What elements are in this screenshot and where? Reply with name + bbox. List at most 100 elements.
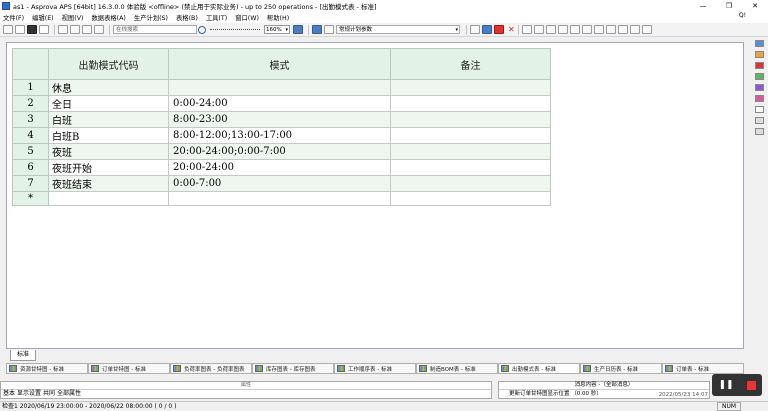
table-row[interactable]: 5 夜班 20:00-24:00;0:00-7:00 xyxy=(12,143,551,160)
tab-order-gantt[interactable]: 订单甘特图 - 标准 xyxy=(88,363,170,374)
paste-icon[interactable] xyxy=(82,25,92,34)
chart-icon[interactable] xyxy=(482,25,492,34)
property-tab-display[interactable]: 显示设置 xyxy=(17,388,41,397)
layout-icon-7[interactable] xyxy=(593,25,604,34)
cell-code[interactable]: 白班 xyxy=(48,111,169,128)
filter-icon[interactable] xyxy=(324,25,334,34)
cell-note[interactable] xyxy=(390,159,551,176)
cell-mode[interactable]: 20:00-24:00;0:00-7:00 xyxy=(168,143,391,160)
copy-icon[interactable] xyxy=(70,25,80,34)
menu-tools[interactable]: 工具(T) xyxy=(206,13,227,22)
layout-icon-11[interactable] xyxy=(641,25,652,34)
search-input[interactable]: 在线搜索 xyxy=(113,25,197,34)
row-number[interactable]: 5 xyxy=(12,143,49,160)
table-row[interactable]: 7 夜班结束 0:00-7:00 xyxy=(12,175,551,192)
table-row[interactable]: 1 休息 xyxy=(12,79,551,96)
cut-icon[interactable] xyxy=(58,25,68,34)
close-button[interactable]: ✕ xyxy=(742,0,768,12)
pause-icon[interactable]: ❚❚ xyxy=(718,380,733,390)
save-icon[interactable] xyxy=(27,25,37,34)
resource-icon[interactable] xyxy=(494,25,504,34)
search-icon[interactable] xyxy=(198,25,206,34)
tool-icon[interactable] xyxy=(470,25,480,34)
property-tab-basic[interactable]: 基本 xyxy=(3,388,15,397)
tab-production-calendar[interactable]: 生产日历表 - 标准 xyxy=(580,363,662,374)
tab-work-sequence[interactable]: 工作顺序表 - 标准 xyxy=(334,363,416,374)
layout-icon-6[interactable] xyxy=(581,25,592,34)
grid-corner[interactable] xyxy=(12,48,49,80)
property-tab-all[interactable]: 全部属性 xyxy=(57,388,81,397)
cell-mode[interactable]: 0:00-7:00 xyxy=(168,175,391,192)
layout-icon-1[interactable] xyxy=(521,25,532,34)
tab-shift-pattern[interactable]: 出勤模式表 - 标准 xyxy=(498,363,580,374)
menu-view[interactable]: 视图(V) xyxy=(62,13,84,22)
layout-icon-10[interactable] xyxy=(629,25,640,34)
sidebar-table-icon[interactable] xyxy=(754,106,764,113)
column-header-code[interactable]: 出勤模式代码 xyxy=(48,48,169,80)
sidebar-search-icon[interactable] xyxy=(754,117,764,124)
minimize-button[interactable]: — xyxy=(690,0,716,12)
menu-edit[interactable]: 编辑(E) xyxy=(32,13,54,22)
layout-icon-8[interactable] xyxy=(605,25,616,34)
cell-mode[interactable]: 8:00-12:00;13:00-17:00 xyxy=(168,127,391,144)
plan-parameter-select[interactable]: 常规计划参数 xyxy=(336,25,460,34)
print-icon[interactable] xyxy=(39,25,49,34)
table-row[interactable]: 4 白班B 8:00-12:00;13:00-17:00 xyxy=(12,127,551,144)
sidebar-bom-icon[interactable] xyxy=(754,84,764,91)
tab-inventory-chart[interactable]: 库存图表 - 库存图表 xyxy=(252,363,334,374)
cell-mode[interactable]: 0:00-24:00 xyxy=(168,95,391,112)
cell-mode[interactable]: 8:00-23:00 xyxy=(168,111,391,128)
close-view-icon[interactable]: ✕ xyxy=(508,25,515,34)
layout-icon-3[interactable] xyxy=(545,25,556,34)
menu-data-tables[interactable]: 数据表格(A) xyxy=(91,13,125,22)
cell-note[interactable] xyxy=(390,95,551,112)
stop-icon[interactable] xyxy=(746,380,756,390)
open-folder-icon[interactable] xyxy=(15,25,25,34)
cell-code[interactable]: 全日 xyxy=(48,95,169,112)
table-row[interactable]: 6 夜班开始 20:00-24:00 xyxy=(12,159,551,176)
cell-mode[interactable] xyxy=(168,79,391,96)
cell-note[interactable] xyxy=(390,79,551,96)
row-number[interactable]: 6 xyxy=(12,159,49,176)
cell-code[interactable]: 夜班结束 xyxy=(48,175,169,192)
column-header-note[interactable]: 备注 xyxy=(390,48,551,80)
new-file-icon[interactable] xyxy=(3,25,13,34)
layout-icon-4[interactable] xyxy=(557,25,568,34)
row-number[interactable]: 1 xyxy=(12,79,49,96)
menu-window[interactable]: 窗口(W) xyxy=(235,13,259,22)
cell-note[interactable] xyxy=(390,143,551,160)
sidebar-order-icon[interactable] xyxy=(754,51,764,58)
undo-icon[interactable] xyxy=(94,25,104,34)
sidebar-inventory-icon[interactable] xyxy=(754,73,764,80)
cell-note[interactable] xyxy=(390,111,551,128)
cell-note[interactable] xyxy=(390,127,551,144)
tab-order-table[interactable]: 订单表 - 标准 xyxy=(662,363,744,374)
sidebar-zoom-icon[interactable] xyxy=(754,128,764,135)
cell-note[interactable] xyxy=(390,191,551,206)
layout-icon-5[interactable] xyxy=(569,25,580,34)
tab-resource-gantt[interactable]: 资源甘特图 - 标准 xyxy=(6,363,88,374)
layout-icon-9[interactable] xyxy=(617,25,628,34)
menu-file[interactable]: 文件(F) xyxy=(3,13,24,22)
cell-note[interactable] xyxy=(390,175,551,192)
menu-scheduling[interactable]: 生产计划(S) xyxy=(134,13,168,22)
zoom-select[interactable]: 160% xyxy=(264,25,290,34)
menu-help[interactable]: 帮助(H) xyxy=(267,13,289,22)
maximize-button[interactable]: ❐ xyxy=(716,0,742,12)
cell-code[interactable]: 白班B xyxy=(48,127,169,144)
table-row[interactable]: 2 全日 0:00-24:00 xyxy=(12,95,551,112)
tab-manufacturing-bom[interactable]: 制造BOM表 - 标准 xyxy=(416,363,498,374)
zoom-slider[interactable] xyxy=(210,25,260,34)
row-number[interactable]: 7 xyxy=(12,175,49,192)
schedule-icon[interactable] xyxy=(312,25,322,34)
row-number[interactable]: 4 xyxy=(12,127,49,144)
new-row[interactable]: * xyxy=(12,191,551,206)
cell-code[interactable]: 夜班开始 xyxy=(48,159,169,176)
zoom-fit-icon[interactable] xyxy=(293,25,303,34)
row-number[interactable]: 3 xyxy=(12,111,49,128)
menu-table[interactable]: 表格(B) xyxy=(176,13,198,22)
cell-mode[interactable]: 20:00-24:00 xyxy=(168,159,391,176)
sidebar-gantt-icon[interactable] xyxy=(754,40,764,47)
sheet-tab-standard[interactable]: 标准 xyxy=(10,350,36,361)
cell-code[interactable]: 夜班 xyxy=(48,143,169,160)
